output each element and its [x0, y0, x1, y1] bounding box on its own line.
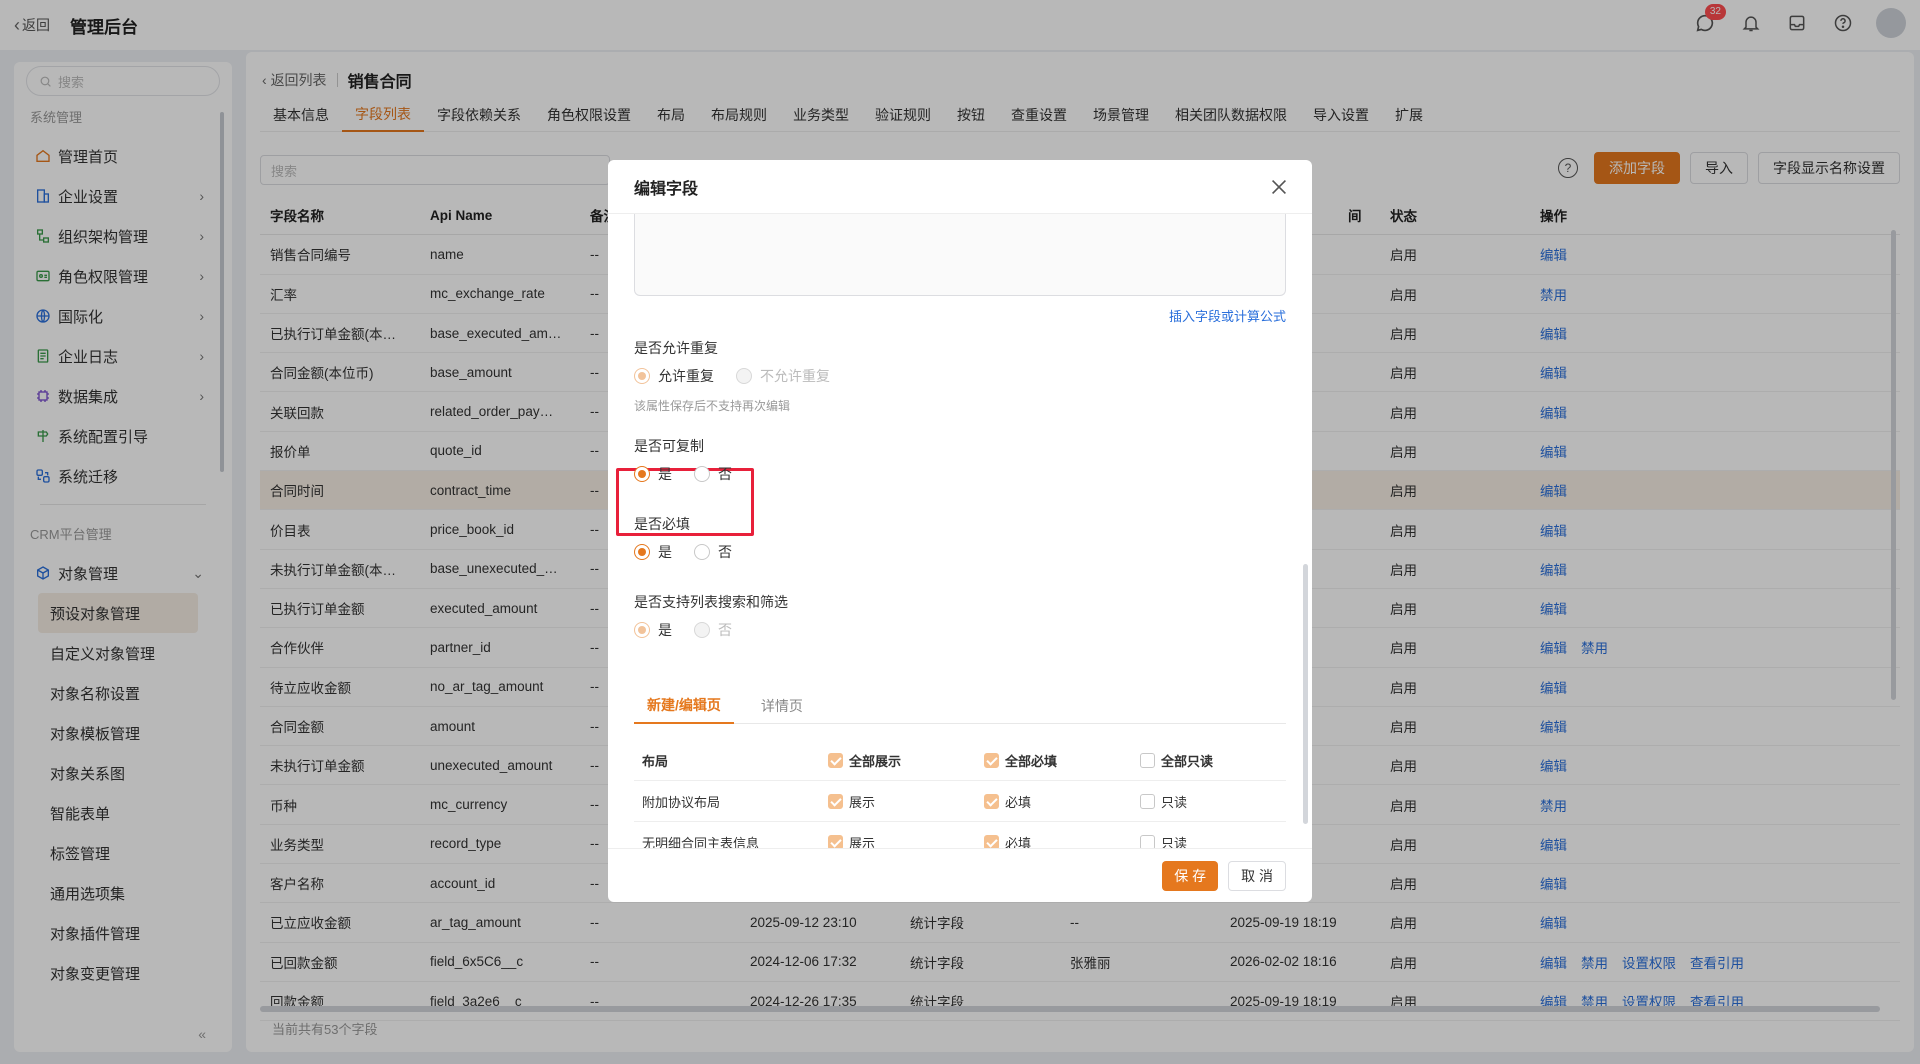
- dialog-body: 插入字段或计算公式 是否允许重复 允许重复 不允许重复 该属性保存后不支持再次编…: [608, 214, 1312, 848]
- insert-formula-link[interactable]: 插入字段或计算公式: [1169, 306, 1286, 325]
- layout-row: 无明细合同主表信息 展示 必填 只读: [634, 822, 1286, 848]
- cancel-button[interactable]: 取 消: [1228, 860, 1286, 891]
- all-required-checkbox[interactable]: [984, 752, 999, 768]
- all-readonly-checkbox[interactable]: [1140, 752, 1155, 768]
- save-button[interactable]: 保 存: [1162, 860, 1219, 891]
- dialog-title: 编辑字段: [634, 180, 699, 198]
- layout-grid-header: 布局 全部展示 全部必填 全部只读: [634, 740, 1286, 781]
- copyable-no-radio[interactable]: 否: [694, 464, 732, 484]
- edit-field-dialog: 编辑字段 插入字段或计算公式 是否允许重复 允许重复 不允许重复 该属性保存后不…: [608, 160, 1312, 902]
- required-no-radio[interactable]: 否: [694, 542, 732, 562]
- required-checkbox[interactable]: [984, 793, 999, 809]
- searchable-radios: 是 否: [634, 620, 732, 640]
- required-yes-radio[interactable]: 是: [634, 542, 672, 562]
- required-radios: 是 否: [634, 542, 732, 562]
- tab-new-edit-page[interactable]: 新建/编辑页: [634, 688, 734, 724]
- dialog-footer: 保 存 取 消: [608, 848, 1312, 902]
- all-show-checkbox[interactable]: [828, 752, 843, 768]
- allow-duplicate-label: 是否允许重复: [634, 340, 718, 356]
- searchable-yes-radio[interactable]: 是: [634, 620, 672, 640]
- required-checkbox[interactable]: [984, 834, 999, 848]
- required-label: 是否必填: [634, 516, 690, 532]
- searchable-label: 是否支持列表搜索和筛选: [634, 594, 788, 610]
- dialog-header: 编辑字段: [608, 160, 1312, 214]
- readonly-checkbox[interactable]: [1140, 793, 1155, 809]
- allow-duplicate-radio[interactable]: 允许重复: [634, 366, 714, 386]
- close-icon[interactable]: [1268, 176, 1290, 198]
- copyable-radios: 是 否: [634, 464, 732, 484]
- layout-grid: 布局 全部展示 全部必填 全部只读 附加协议布局 展示 必填 只读 无明细合同主…: [634, 740, 1286, 848]
- readonly-checkbox[interactable]: [1140, 834, 1155, 848]
- dialog-scrollbar[interactable]: [1303, 564, 1308, 824]
- edit-hint: 该属性保存后不支持再次编辑: [634, 399, 791, 413]
- copyable-yes-radio[interactable]: 是: [634, 464, 672, 484]
- no-duplicate-radio[interactable]: 不允许重复: [736, 366, 830, 386]
- copyable-label: 是否可复制: [634, 438, 704, 454]
- show-checkbox[interactable]: [828, 834, 843, 848]
- allow-duplicate-radios: 允许重复 不允许重复: [634, 366, 830, 386]
- searchable-no-radio[interactable]: 否: [694, 620, 732, 640]
- layout-row: 附加协议布局 展示 必填 只读: [634, 781, 1286, 822]
- formula-editor[interactable]: [634, 214, 1286, 296]
- tab-detail-page[interactable]: 详情页: [748, 688, 816, 724]
- show-checkbox[interactable]: [828, 793, 843, 809]
- layout-subtabs: 新建/编辑页 详情页: [634, 688, 1286, 724]
